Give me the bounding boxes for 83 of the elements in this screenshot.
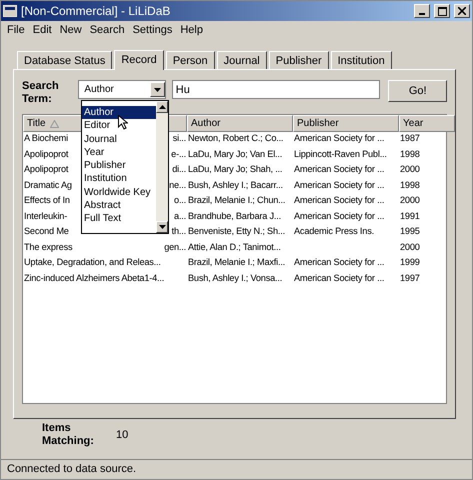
window-title: [Non-Commercial] - LiLiDaB [21, 4, 172, 18]
scroll-down-icon [154, 88, 161, 92]
dropdown-option[interactable]: Author [82, 106, 156, 120]
go-button[interactable]: Go! [388, 80, 447, 102]
app-icon [3, 5, 17, 17]
table-cell: LaDu, Mary Jo; Shah, ... [187, 164, 284, 174]
table-cell: American Society for ... [293, 164, 386, 174]
table-cell: 1995 [399, 226, 421, 236]
table-cell: 1999 [399, 257, 421, 268]
table-cell: Newton, Robert C.; Co... [187, 133, 284, 144]
sort-icon [50, 120, 59, 128]
scrollbar[interactable] [156, 101, 168, 233]
table-cell: American Society for ... [293, 180, 386, 190]
table-cell: th... [170, 226, 187, 236]
tab[interactable]: Record [114, 50, 164, 70]
table-cell: The express [23, 242, 74, 252]
close-icon [458, 7, 466, 15]
tab[interactable]: Publisher [268, 51, 329, 69]
maximize-icon [438, 6, 446, 16]
table-cell: 1987 [399, 133, 421, 144]
table-cell: A Biochemi [23, 133, 69, 144]
table-cell: American Society for ... [293, 272, 386, 283]
menu-item[interactable]: Settings [132, 24, 172, 36]
table-cell: Apolipoprot [23, 148, 70, 159]
table-cell: Uptake, Degradation, and Releas... [23, 257, 162, 268]
table-cell: 2000 [399, 242, 421, 252]
table-cell: 1998 [399, 148, 421, 159]
table-cell: American Society for ... [293, 195, 386, 206]
column-header[interactable]: Year [399, 115, 455, 132]
status-bar: Connected to data source. [1, 459, 472, 479]
table-cell: LaDu, Mary Jo; Van El... [187, 148, 284, 159]
minimize-button[interactable] [414, 4, 430, 18]
table-cell: Brazil, Melanie I.; Maxfi... [187, 257, 286, 268]
table-cell: e-... [170, 148, 187, 159]
table-cell: 2000 [399, 164, 421, 174]
table-cell: 1998 [399, 180, 421, 190]
table-cell: 1991 [399, 210, 421, 221]
menu-item[interactable]: File [7, 24, 25, 36]
table-cell: Effects of In [23, 195, 71, 206]
table-cell: si... [172, 133, 187, 144]
search-term-label: Search Term: [22, 80, 60, 106]
table-cell: American Society for ... [293, 257, 386, 268]
tab[interactable]: Person [166, 51, 215, 69]
table-cell: Attie, Alan D.; Tanimot... [187, 242, 282, 252]
table-cell: Second Me [23, 226, 70, 236]
table-cell: di... [171, 164, 187, 174]
scroll-up-icon [158, 105, 166, 109]
table-cell: American Society for ... [293, 210, 386, 221]
table-cell: Brandhube, Barbara J... [187, 210, 282, 221]
table-cell: Bush, Ashley I.; Bacarr... [187, 180, 284, 190]
column-header[interactable]: Publisher [293, 115, 399, 132]
menu-item[interactable]: Search [90, 24, 125, 36]
table-cell: 2000 [399, 195, 421, 206]
table-cell: Zinc-induced Alzheimers Abeta1-4... [23, 272, 166, 283]
tab[interactable]: Institution [330, 51, 392, 69]
close-button[interactable] [454, 4, 470, 18]
search-input[interactable]: Hu [172, 80, 380, 99]
menu-item[interactable]: Help [180, 24, 203, 36]
table-cell: Apolipoprot [23, 164, 70, 174]
table-cell: Bush, Ashley I.; Vonsa... [187, 272, 284, 283]
table-cell: Brazil, Melanie I.; Chun... [187, 195, 286, 206]
table-cell: o... [173, 195, 187, 206]
table-cell: gen... [163, 242, 187, 252]
search-field-dropdown[interactable]: Author [78, 80, 166, 99]
menu-item[interactable]: Edit [32, 24, 52, 36]
table-cell: Interleukin- [23, 210, 68, 221]
scroll-down-icon [158, 225, 166, 229]
table-cell: Academic Press Ins. [293, 226, 375, 236]
tab[interactable]: Journal [216, 51, 267, 69]
table-cell: American Society for ... [293, 133, 386, 144]
column-header[interactable]: Author [187, 115, 293, 132]
table-cell: Lippincott-Raven Publ... [293, 148, 388, 159]
maximize-button[interactable] [434, 4, 450, 18]
table-cell: ne... [168, 180, 187, 190]
mouse-cursor-icon [118, 115, 128, 130]
table-cell: 1997 [399, 272, 421, 283]
items-count: 10 [116, 429, 128, 441]
table-cell: a... [173, 210, 187, 221]
menu-item[interactable]: New [60, 24, 82, 36]
table-cell: Dramatic Ag [23, 180, 73, 190]
table-cell: Benveniste, Etty N.; Sh... [187, 226, 286, 236]
tab[interactable]: Database Status [17, 51, 112, 69]
items-matching-label: Items Matching: [42, 422, 95, 448]
